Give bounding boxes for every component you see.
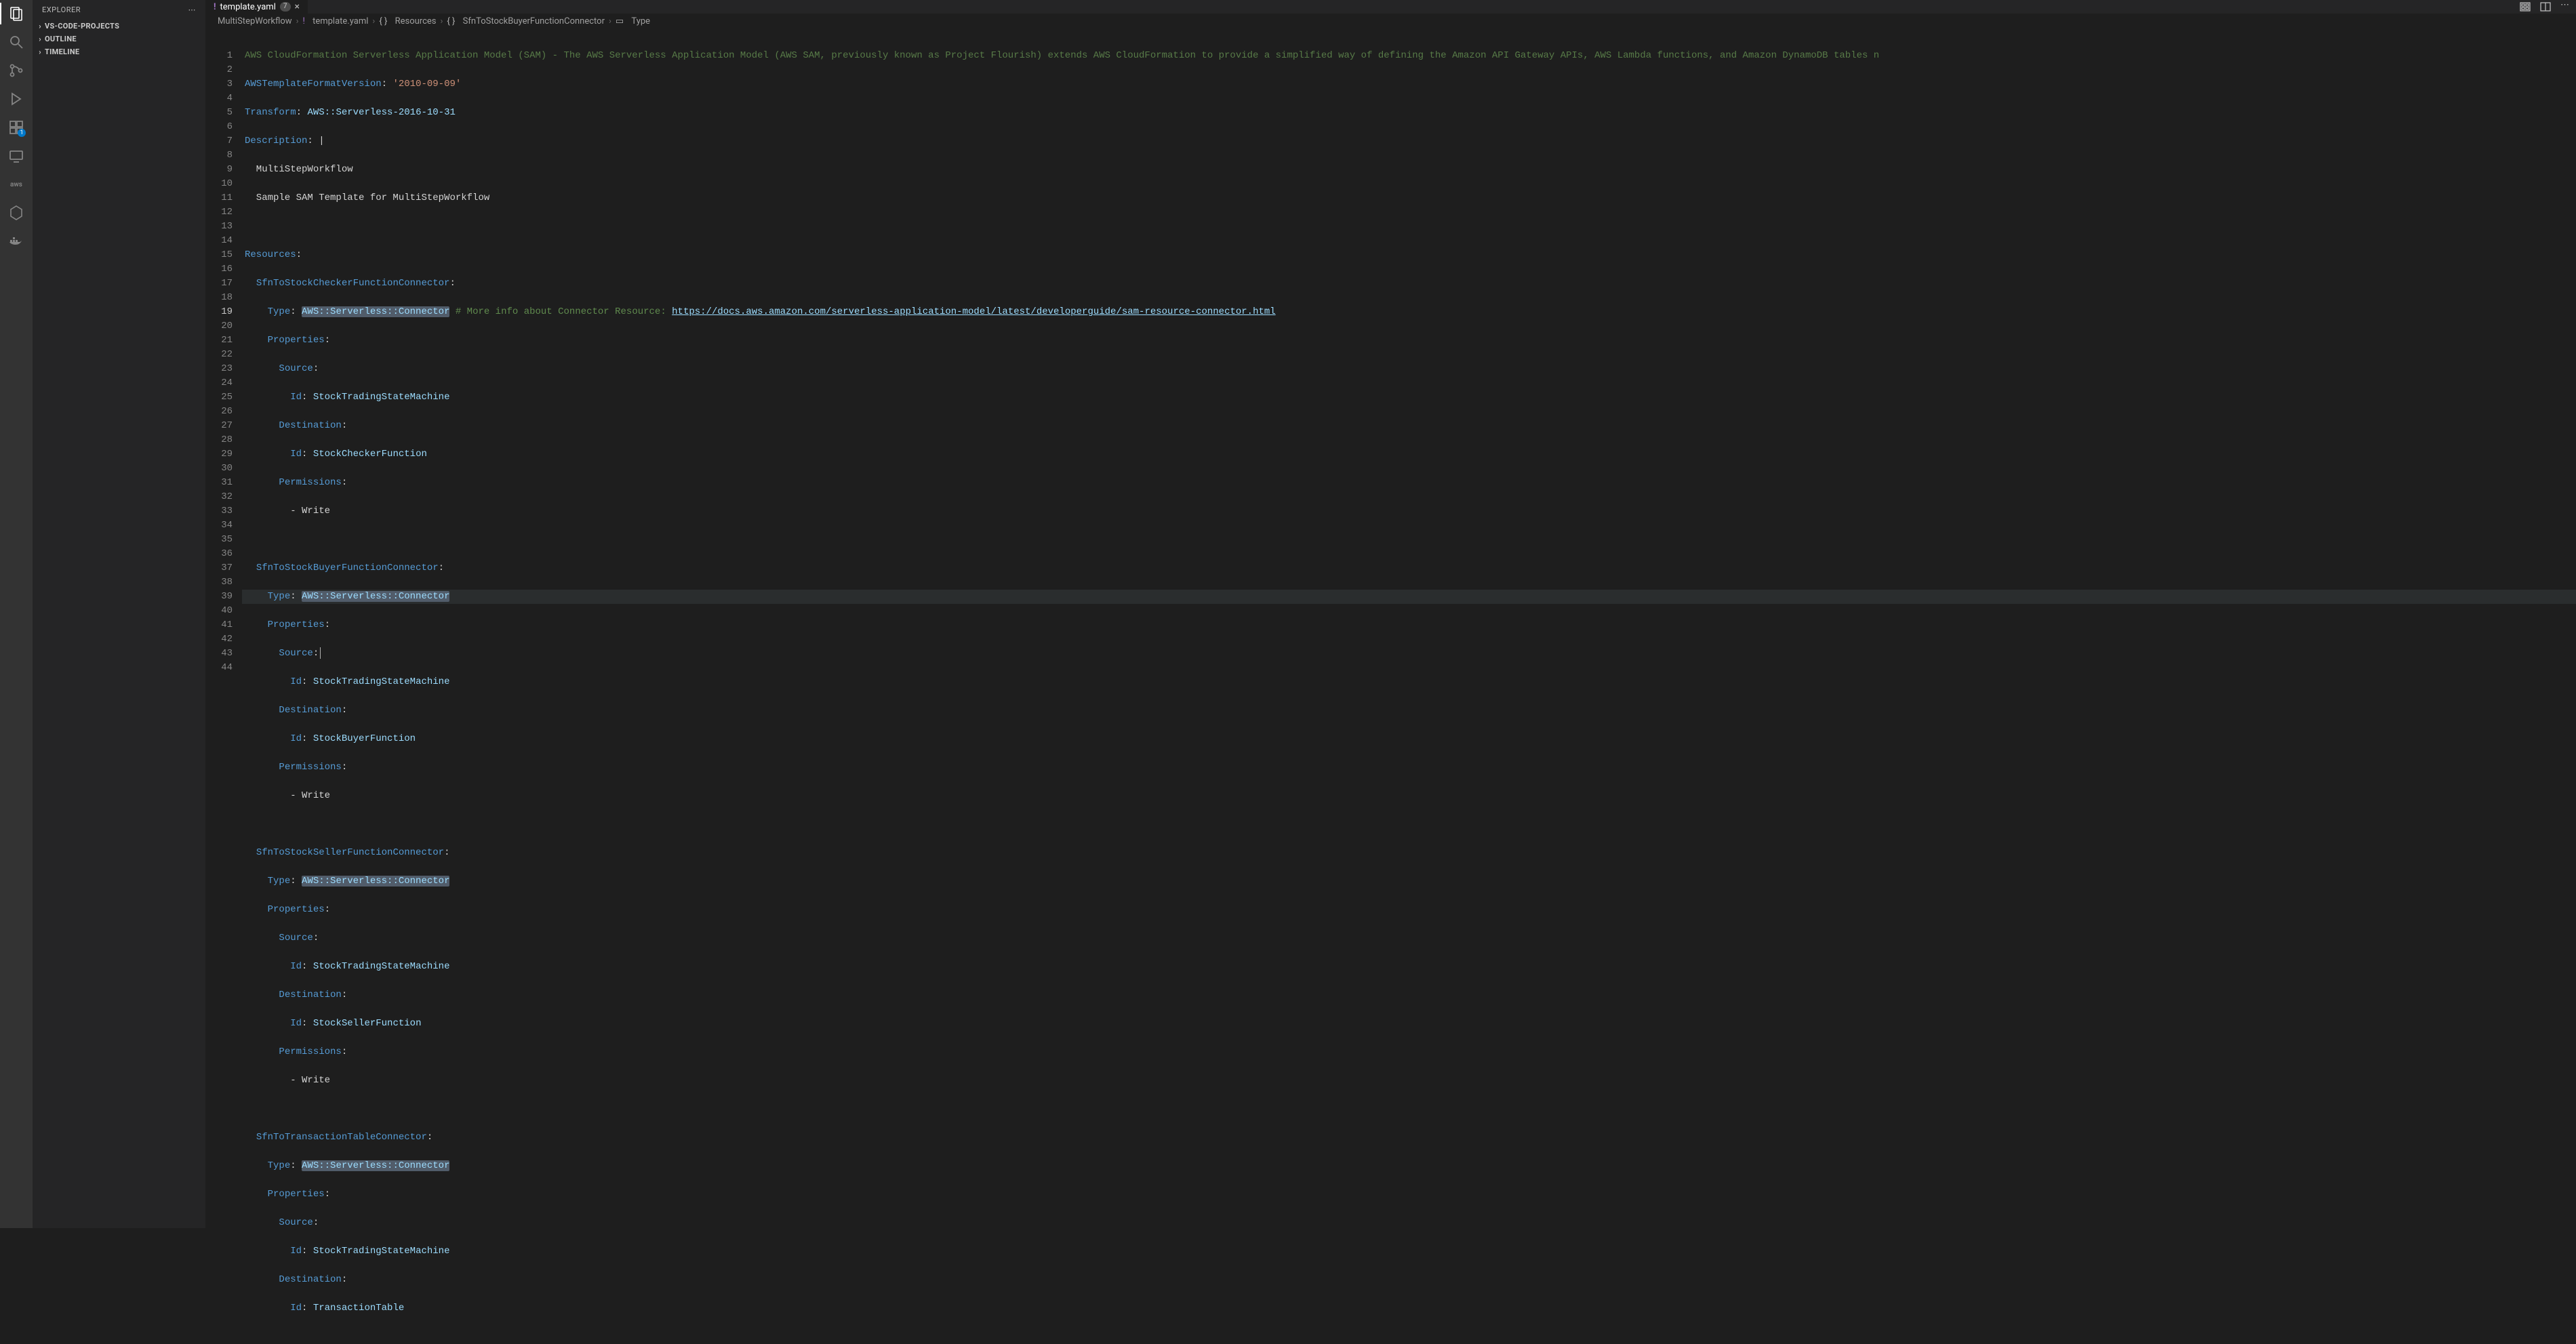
breadcrumb-item[interactable]: { } SfnToStockBuyerFunctionConnector (447, 16, 605, 26)
activity-bar: 1 aws (0, 0, 33, 1228)
breadcrumb-item[interactable]: ▭ Type (616, 16, 650, 26)
breadcrumbs[interactable]: MultiStepWorkflow › ! template.yaml › { … (205, 14, 2576, 29)
tab-template-yaml[interactable]: ! template.yaml 7 × (205, 0, 308, 14)
run-debug-icon[interactable] (8, 91, 24, 107)
explorer-sidebar: EXPLORER ⋯ › VS-CODE-PROJECTS › OUTLINE … (33, 0, 205, 1228)
tab-bar: ! template.yaml 7 × ⋯ (205, 0, 2576, 14)
sidebar-section-label: VS-CODE-PROJECTS (45, 22, 119, 30)
remote-icon[interactable] (8, 148, 24, 164)
code-editor[interactable]: 12345 678910 1112131415 1617181920 21222… (205, 29, 2576, 1344)
text-cursor (320, 647, 321, 659)
more-actions-icon[interactable]: ⋯ (2560, 0, 2569, 14)
sidebar-section-outline[interactable]: › OUTLINE (33, 33, 205, 45)
sidebar-more-icon[interactable]: ⋯ (188, 5, 197, 14)
chevron-right-icon: › (35, 47, 45, 56)
editor-area: ! template.yaml 7 × ⋯ MultiStepWorkflow … (205, 0, 2576, 1228)
aws-icon[interactable]: aws (8, 176, 24, 192)
chevron-right-icon: › (35, 22, 45, 30)
extensions-icon[interactable]: 1 (8, 119, 24, 136)
chevron-right-icon: › (35, 35, 45, 43)
extensions-badge: 1 (18, 129, 26, 137)
sidebar-section-timeline[interactable]: › TIMELINE (33, 45, 205, 58)
sidebar-section-label: TIMELINE (45, 47, 79, 56)
sidebar-section-projects[interactable]: › VS-CODE-PROJECTS (33, 20, 205, 33)
yaml-file-icon: ! (214, 2, 216, 12)
line-gutter: 12345 678910 1112131415 1617181920 21222… (205, 29, 242, 1344)
split-editor-icon[interactable] (2540, 0, 2551, 14)
search-icon[interactable] (8, 34, 24, 50)
breadcrumb-item[interactable]: { } Resources (379, 16, 436, 26)
breadcrumb-item[interactable]: MultiStepWorkflow (218, 16, 292, 26)
tab-filename: template.yaml (220, 2, 276, 12)
sidebar-section-label: OUTLINE (45, 35, 77, 43)
tab-problems-badge: 7 (280, 2, 291, 12)
docker-icon[interactable] (8, 233, 24, 249)
sidebar-title: EXPLORER (42, 5, 81, 14)
breadcrumb-item[interactable]: ! template.yaml (302, 16, 368, 26)
code-content[interactable]: AWS CloudFormation Serverless Applicatio… (242, 29, 2576, 1344)
explorer-icon[interactable] (8, 5, 24, 22)
close-icon[interactable]: × (295, 2, 300, 12)
source-control-icon[interactable] (8, 62, 24, 79)
render-icon[interactable] (2520, 0, 2531, 14)
hex-icon[interactable] (8, 205, 24, 221)
code-hint: AWS CloudFormation Serverless Applicatio… (242, 49, 2576, 63)
